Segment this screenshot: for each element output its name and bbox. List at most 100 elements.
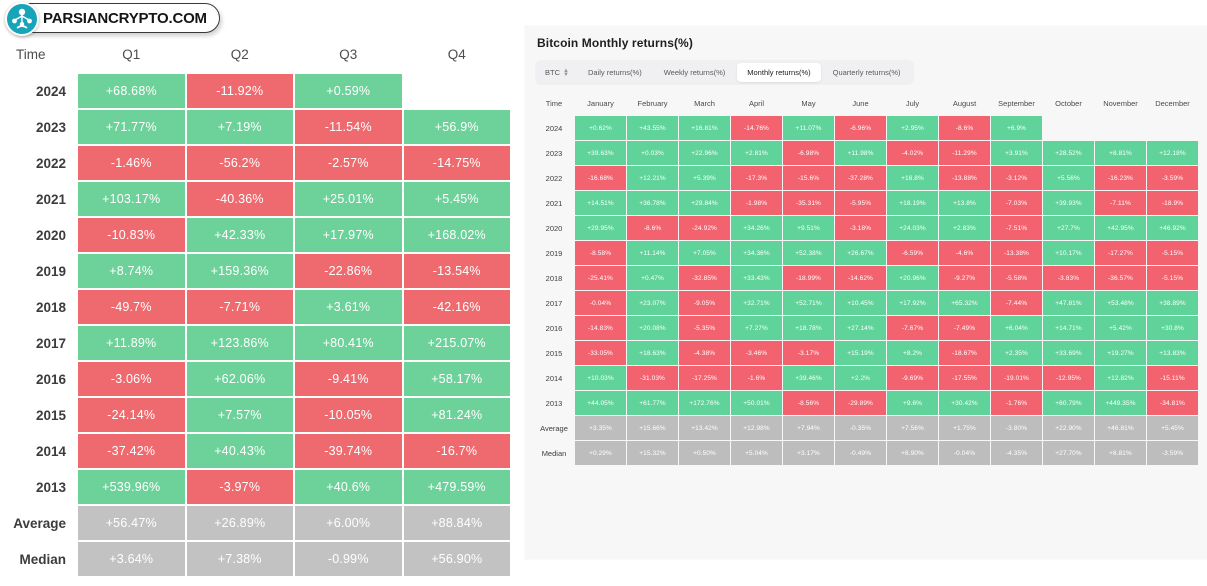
coin-selector[interactable]: BTC ▲ ▼: [538, 64, 576, 81]
return-cell[interactable]: +5.42%: [1095, 316, 1146, 340]
return-cell[interactable]: +2.35%: [991, 341, 1042, 365]
return-cell[interactable]: +16.8%: [887, 166, 938, 190]
return-cell[interactable]: +14.51%: [575, 191, 626, 215]
return-cell[interactable]: +159.36%: [186, 254, 293, 288]
return-cell[interactable]: +15.19%: [835, 341, 886, 365]
return-cell[interactable]: +11.98%: [835, 141, 886, 165]
return-cell[interactable]: +12.18%: [1147, 141, 1198, 165]
return-cell[interactable]: +33.69%: [1043, 341, 1094, 365]
return-cell[interactable]: -3.12%: [991, 166, 1042, 190]
return-cell[interactable]: -5.58%: [991, 266, 1042, 290]
return-cell[interactable]: +10.17%: [1043, 241, 1094, 265]
return-cell[interactable]: +17.97%: [295, 218, 402, 252]
return-cell[interactable]: +3.91%: [991, 141, 1042, 165]
return-cell[interactable]: -10.83%: [78, 218, 185, 252]
return-cell[interactable]: +23.07%: [627, 291, 678, 315]
return-cell[interactable]: -14.62%: [835, 266, 886, 290]
return-cell[interactable]: -11.54%: [295, 110, 402, 144]
return-cell[interactable]: +103.17%: [78, 182, 185, 216]
return-cell[interactable]: -40.36%: [186, 182, 293, 216]
return-cell[interactable]: -6.98%: [783, 141, 834, 165]
return-cell[interactable]: +6.00%: [295, 506, 402, 540]
return-cell[interactable]: +2.2%: [835, 366, 886, 390]
return-cell[interactable]: +168.02%: [403, 218, 510, 252]
return-cell[interactable]: +539.96%: [78, 470, 185, 504]
return-cell[interactable]: +1.75%: [939, 416, 990, 440]
return-cell[interactable]: +12.82%: [1095, 366, 1146, 390]
return-cell[interactable]: -7.71%: [186, 290, 293, 324]
return-cell[interactable]: +52.38%: [783, 241, 834, 265]
return-cell[interactable]: +30.42%: [939, 391, 990, 415]
return-cell[interactable]: -6.59%: [887, 241, 938, 265]
return-cell[interactable]: +28.52%: [1043, 141, 1094, 165]
return-cell[interactable]: -35.31%: [783, 191, 834, 215]
return-cell[interactable]: -15.11%: [1147, 366, 1198, 390]
return-cell[interactable]: -4.02%: [887, 141, 938, 165]
return-cell[interactable]: -3.18%: [835, 216, 886, 240]
return-cell[interactable]: +7.56%: [887, 416, 938, 440]
return-cell[interactable]: +18.78%: [783, 316, 834, 340]
return-cell[interactable]: +61.77%: [627, 391, 678, 415]
return-cell[interactable]: -22.86%: [295, 254, 402, 288]
return-cell[interactable]: +7.05%: [679, 241, 730, 265]
return-cell[interactable]: -7.44%: [991, 291, 1042, 315]
tab-weekly-returns[interactable]: Weekly returns(%): [654, 63, 736, 82]
return-cell[interactable]: +29.95%: [575, 216, 626, 240]
return-cell[interactable]: +27.70%: [1043, 441, 1094, 465]
return-cell[interactable]: -17.55%: [939, 366, 990, 390]
return-cell[interactable]: +10.45%: [835, 291, 886, 315]
return-cell[interactable]: +46.81%: [1095, 416, 1146, 440]
return-cell[interactable]: -14.76%: [731, 116, 782, 140]
return-cell[interactable]: +71.77%: [78, 110, 185, 144]
return-cell[interactable]: -42.16%: [403, 290, 510, 324]
return-cell[interactable]: -17.27%: [1095, 241, 1146, 265]
return-cell[interactable]: +7.19%: [186, 110, 293, 144]
return-cell[interactable]: +5.45%: [403, 182, 510, 216]
return-cell[interactable]: +27.14%: [835, 316, 886, 340]
return-cell[interactable]: +26.67%: [835, 241, 886, 265]
return-cell[interactable]: +15.32%: [627, 441, 678, 465]
return-cell[interactable]: -18.67%: [939, 341, 990, 365]
return-cell[interactable]: +6.9%: [991, 116, 1042, 140]
return-cell[interactable]: +13.8%: [939, 191, 990, 215]
return-cell[interactable]: +40.43%: [186, 434, 293, 468]
return-cell[interactable]: -8.6%: [627, 216, 678, 240]
return-cell[interactable]: -17.3%: [731, 166, 782, 190]
return-cell[interactable]: -19.01%: [991, 366, 1042, 390]
return-cell[interactable]: +81.24%: [403, 398, 510, 432]
return-cell[interactable]: +2.81%: [731, 141, 782, 165]
return-cell[interactable]: -16.23%: [1095, 166, 1146, 190]
return-cell[interactable]: +13.83%: [1147, 341, 1198, 365]
return-cell[interactable]: -3.80%: [991, 416, 1042, 440]
return-cell[interactable]: +2.95%: [887, 116, 938, 140]
return-cell[interactable]: -14.83%: [575, 316, 626, 340]
return-cell[interactable]: -0.99%: [295, 542, 402, 576]
return-cell[interactable]: +15.66%: [627, 416, 678, 440]
return-cell[interactable]: -3.46%: [731, 341, 782, 365]
return-cell[interactable]: -16.7%: [403, 434, 510, 468]
return-cell[interactable]: -33.05%: [575, 341, 626, 365]
return-cell[interactable]: +14.71%: [1043, 316, 1094, 340]
return-cell[interactable]: +68.68%: [78, 74, 185, 108]
return-cell[interactable]: -31.03%: [627, 366, 678, 390]
return-cell[interactable]: +46.92%: [1147, 216, 1198, 240]
return-cell[interactable]: +8.81%: [1095, 141, 1146, 165]
return-cell[interactable]: -49.7%: [78, 290, 185, 324]
return-cell[interactable]: +0.59%: [295, 74, 402, 108]
return-cell[interactable]: -15.6%: [783, 166, 834, 190]
return-cell[interactable]: -37.28%: [835, 166, 886, 190]
return-cell[interactable]: -5.15%: [1147, 241, 1198, 265]
return-cell[interactable]: -10.05%: [295, 398, 402, 432]
return-cell[interactable]: +26.89%: [186, 506, 293, 540]
return-cell[interactable]: +13.42%: [679, 416, 730, 440]
return-cell[interactable]: +8.81%: [1095, 441, 1146, 465]
return-cell[interactable]: +11.89%: [78, 326, 185, 360]
return-cell[interactable]: +24.03%: [887, 216, 938, 240]
return-cell[interactable]: -34.81%: [1147, 391, 1198, 415]
return-cell[interactable]: +8.2%: [887, 341, 938, 365]
return-cell[interactable]: -2.57%: [295, 146, 402, 180]
return-cell[interactable]: +42.33%: [186, 218, 293, 252]
return-cell[interactable]: -0.04%: [575, 291, 626, 315]
return-cell[interactable]: +34.36%: [731, 241, 782, 265]
return-cell[interactable]: +56.9%: [403, 110, 510, 144]
